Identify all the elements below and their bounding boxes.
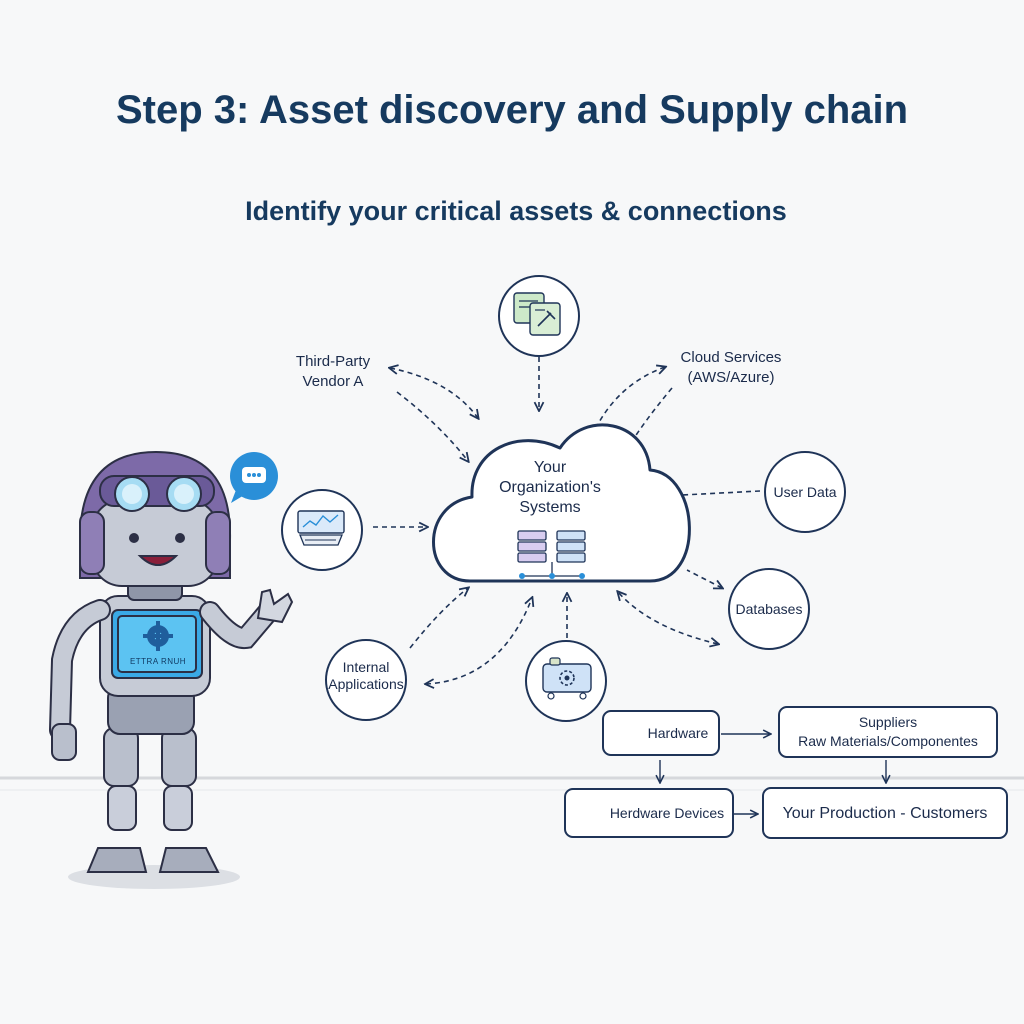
internal-apps-node: Internal Applications <box>325 639 407 721</box>
databases-label: Databases <box>735 600 803 617</box>
third-party-line2: Vendor A <box>302 373 364 390</box>
suppliers-line1: Suppliers <box>858 714 918 730</box>
connector-third-party-b <box>396 391 468 461</box>
connector-internal-a <box>409 588 468 649</box>
robot-mascot <box>49 450 294 889</box>
databases-node: Databases <box>728 568 810 650</box>
production-box: Your Production - Customers <box>762 787 1008 839</box>
cloud-label: Your Organization's Systems <box>470 458 630 518</box>
suppliers-box: Suppliers Raw Materials/Componentes <box>778 706 998 758</box>
hardware-devices-label: Herdware Devices <box>609 804 725 821</box>
robot-screen-text: ETTRA RNUH <box>129 657 187 666</box>
hardware-devices-box: Herdware Devices <box>564 788 734 838</box>
user-data-label: User Data <box>773 483 837 500</box>
monitor-chart-icon <box>297 510 345 546</box>
hardware-label: Hardware <box>647 724 709 741</box>
connector-databases-b <box>618 592 718 644</box>
production-label: Your Production - Customers <box>782 804 988 822</box>
cloud-services-line2: (AWS/Azure) <box>687 369 775 386</box>
internal-apps-line2: Applications <box>328 676 404 692</box>
cloud-label-line3: Systems <box>519 499 581 516</box>
cloud-services-label: Cloud Services (AWS/Azure) <box>656 348 806 388</box>
cloud-label-line1: Your <box>533 459 567 476</box>
chat-bubble-icon <box>230 452 278 503</box>
user-data-node: User Data <box>764 451 846 533</box>
third-party-line1: Third-Party <box>295 353 371 370</box>
connector-third-party-a <box>390 368 478 418</box>
cloud-services-line1: Cloud Services <box>680 349 782 366</box>
third-party-label: Third-Party Vendor A <box>268 352 398 392</box>
cloud-label-line2: Organization's <box>499 479 601 496</box>
internal-apps-line1: Internal <box>342 659 390 675</box>
connector-databases-a <box>686 569 722 588</box>
suppliers-line2: Raw Materials/Componentes <box>798 733 978 749</box>
hardware-box: Hardware <box>602 710 720 756</box>
